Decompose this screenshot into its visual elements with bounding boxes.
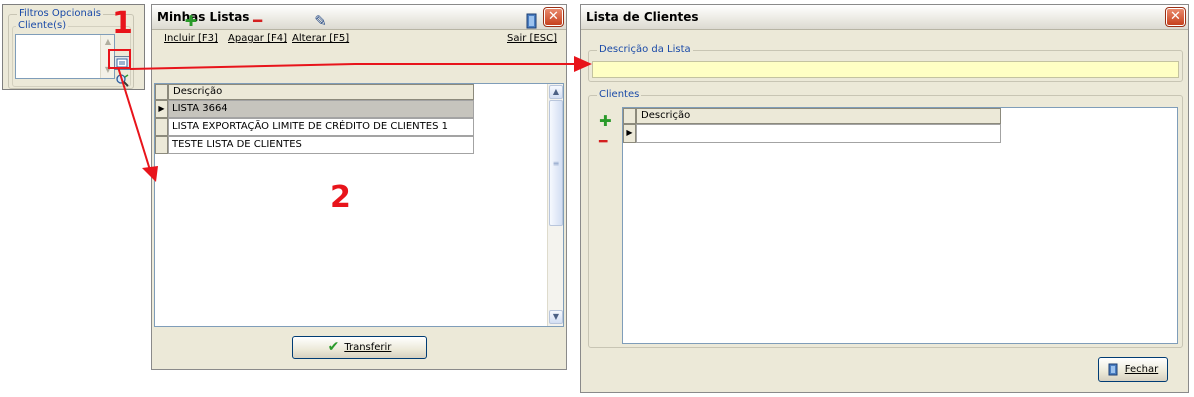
scroll-thumb[interactable]: ≡ xyxy=(549,100,563,226)
search-icon xyxy=(116,74,129,87)
clientes-group: Clientes ✚ ━ Descrição ▶ xyxy=(588,89,1183,348)
clients-listbox[interactable]: ▲ ▼ xyxy=(15,34,115,79)
row-indicator-header xyxy=(155,84,168,100)
highlight-box xyxy=(108,49,131,69)
fechar-button[interactable]: Fechar xyxy=(1098,357,1168,382)
pencil-icon: ✎ xyxy=(314,12,327,30)
descricao-group: Descrição da Lista xyxy=(588,44,1183,82)
lista-clientes-window: Lista de Clientes ✕ Descrição da Lista C… xyxy=(580,4,1189,393)
row-indicator-header xyxy=(623,108,636,124)
close-button[interactable]: ✕ xyxy=(1165,7,1186,27)
checkmark-icon: ✔ xyxy=(327,339,340,355)
listas-grid: Descrição ▶ LISTA 3664 LISTA EXPORTAÇÃO … xyxy=(154,83,564,327)
transferir-button[interactable]: ✔ Transferir xyxy=(292,336,427,359)
grid-vertical-scrollbar[interactable]: ▲ ≡ ▼ xyxy=(547,84,563,326)
row-indicator xyxy=(155,118,168,136)
add-client-button[interactable]: ✚ xyxy=(599,112,612,130)
transferir-label: Transferir xyxy=(344,342,392,353)
lista-clientes-titlebar: Lista de Clientes ✕ xyxy=(581,5,1188,30)
grid-column-descricao[interactable]: Descrição xyxy=(636,108,1001,124)
step-marker-1: 1 xyxy=(112,6,133,41)
clientes-grid: Descrição ▶ xyxy=(622,107,1178,344)
alterar-button[interactable]: ✎ Alterar [F5] xyxy=(292,13,349,44)
apagar-label: Apagar [F4] xyxy=(228,33,287,44)
descricao-group-title: Descrição da Lista xyxy=(597,44,693,56)
fechar-label: Fechar xyxy=(1124,364,1159,375)
search-clients-button[interactable] xyxy=(115,73,130,87)
clientes-label: Cliente(s) xyxy=(16,20,69,32)
minhas-listas-window: Minhas Listas ✕ ✚ Incluir [F3] ━ Apagar … xyxy=(151,4,567,370)
sair-label: Sair [ESC] xyxy=(507,33,557,44)
alterar-label: Alterar [F5] xyxy=(292,33,350,44)
table-row[interactable] xyxy=(636,124,1001,143)
apagar-button[interactable]: ━ Apagar [F4] xyxy=(228,13,287,44)
step-marker-2: 2 xyxy=(330,180,351,215)
filtros-opcionais-title: Filtros Opcionais xyxy=(17,8,103,20)
minus-icon: ━ xyxy=(252,12,263,30)
table-row[interactable]: TESTE LISTA DE CLIENTES xyxy=(168,136,474,154)
incluir-label: Incluir [F3] xyxy=(164,33,218,44)
plus-icon: ✚ xyxy=(184,12,198,30)
minus-icon: ━ xyxy=(599,134,608,150)
descricao-input[interactable] xyxy=(592,61,1179,78)
scroll-up-icon[interactable]: ▲ xyxy=(549,85,563,99)
door-icon xyxy=(1108,361,1120,377)
clientes-group-title: Clientes xyxy=(597,89,642,101)
incluir-button[interactable]: ✚ Incluir [F3] xyxy=(164,13,218,44)
table-row[interactable]: LISTA 3664 xyxy=(168,100,474,118)
grid-column-descricao[interactable]: Descrição xyxy=(168,84,474,100)
window-title: Lista de Clientes xyxy=(586,10,699,24)
sair-button[interactable]: Sair [ESC] xyxy=(507,13,557,44)
row-indicator xyxy=(155,136,168,154)
plus-icon: ✚ xyxy=(599,112,612,130)
current-row-icon: ▶ xyxy=(623,124,636,143)
table-row[interactable]: LISTA EXPORTAÇÃO LIMITE DE CRÉDITO DE CL… xyxy=(168,118,474,136)
close-icon: ✕ xyxy=(1170,9,1181,24)
current-row-icon: ▶ xyxy=(155,100,168,118)
scroll-down-icon[interactable]: ▼ xyxy=(549,310,563,324)
door-icon xyxy=(507,13,557,29)
remove-client-button[interactable]: ━ xyxy=(599,134,607,150)
